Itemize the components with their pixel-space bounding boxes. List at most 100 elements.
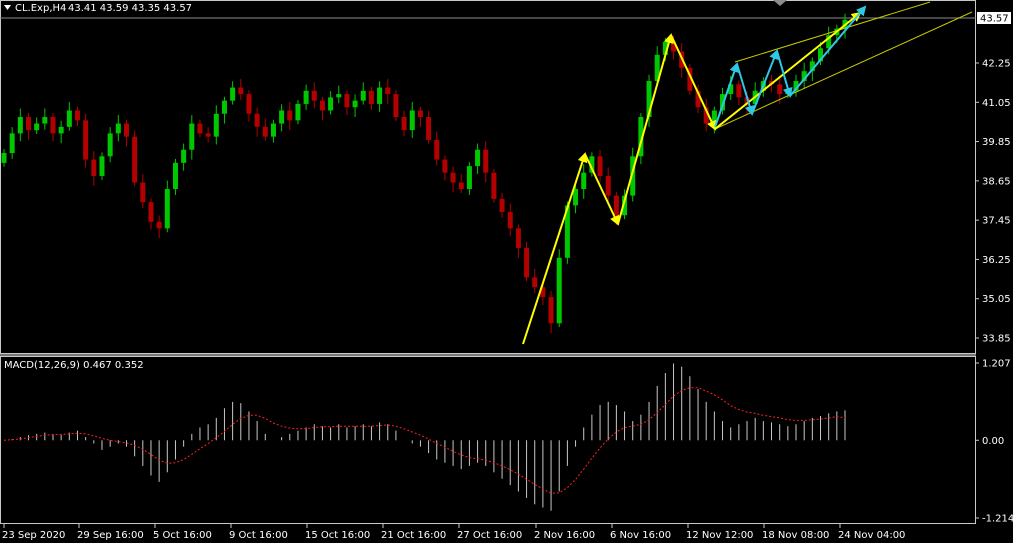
candle-body [368, 90, 374, 104]
wave-arrow-yellow [670, 34, 717, 131]
main-chart-frame [0, 0, 976, 354]
time-tick-label: 23 Sep 2020 [2, 530, 65, 541]
wave-arrow-yellow [522, 152, 588, 345]
macd-panel-frame [0, 356, 976, 524]
time-tick-label: 24 Nov 04:00 [838, 530, 905, 541]
candle-body [483, 149, 489, 173]
candle-body [360, 90, 366, 101]
price-tick-label: 36.25 [982, 255, 1011, 266]
candle-body [83, 120, 89, 160]
candle-body [295, 103, 301, 121]
candle-body [156, 221, 162, 229]
candle-body [426, 117, 432, 140]
time-tick-label: 27 Oct 16:00 [457, 530, 522, 541]
candle-body [475, 149, 481, 167]
candle-body [613, 195, 619, 216]
candle-body [58, 126, 64, 134]
candle-body [132, 136, 138, 183]
time-tick-label: 5 Oct 16:00 [153, 530, 212, 541]
candle-body [205, 133, 211, 137]
candle-body [409, 110, 415, 131]
candle-body [466, 166, 472, 190]
wave-arrow-yellow [617, 33, 674, 225]
candle-body [499, 198, 505, 212]
candle-body [581, 172, 587, 190]
candle-body [1, 153, 7, 163]
candle-body [238, 87, 244, 95]
candle-body [548, 297, 554, 324]
macd-axis: 1.207 0.00 -1.214 [975, 359, 1013, 525]
price-tick-label: 41.05 [982, 98, 1011, 109]
menu-triangle-icon[interactable] [4, 5, 11, 10]
macd-tick-label: 1.207 [982, 359, 1011, 370]
candle-body [434, 139, 440, 160]
candle-body [91, 159, 97, 176]
candle-body [115, 123, 121, 134]
candle-body [140, 182, 146, 203]
candle-body [17, 117, 23, 134]
candle-body [66, 110, 72, 127]
channel-upper-line [734, 1, 931, 63]
time-tick-label: 18 Nov 08:00 [762, 530, 829, 541]
time-tick-label: 21 Oct 16:00 [381, 530, 446, 541]
candle-body [336, 94, 342, 98]
price-tick-label: 35.05 [982, 294, 1011, 305]
candle-body [303, 90, 309, 104]
wave-arrow-cyan [714, 62, 740, 128]
candle-body [254, 113, 260, 127]
candle-body [458, 182, 464, 190]
candle-body [74, 110, 80, 121]
candle-body [270, 123, 276, 137]
price-tick-label: 37.45 [982, 216, 1011, 227]
candle-body [401, 117, 407, 131]
wave-arrow-yellow [714, 11, 862, 130]
ohlc-label: 43.41 43.59 43.35 43.57 [68, 3, 192, 14]
candle-body [107, 133, 113, 157]
scroll-marker-icon[interactable] [773, 0, 787, 6]
macd-tick-label: -1.214 [982, 514, 1013, 525]
candle-body [99, 156, 105, 176]
price-chart[interactable]: CL.Exp,H4 43.41 43.59 43.35 43.57 42.254… [0, 0, 1013, 543]
candle-body [393, 94, 399, 118]
macd-signal-line [3, 387, 846, 494]
candle-body [385, 87, 391, 95]
macd-histogram [3, 363, 846, 511]
price-tick-label: 39.85 [982, 137, 1011, 148]
candle-body [311, 90, 317, 101]
candles [1, 13, 848, 334]
candle-body [442, 159, 448, 173]
candle-body [221, 100, 227, 114]
time-tick-label: 2 Nov 16:00 [534, 530, 595, 541]
candle-body [515, 228, 521, 248]
current-price-text: 43.57 [980, 14, 1009, 25]
candle-body [736, 84, 742, 98]
wave-annotations [522, 1, 973, 345]
candle-body [328, 97, 334, 111]
candle-body [344, 94, 350, 108]
candle-body [524, 247, 530, 278]
price-tick-label: 33.85 [982, 334, 1011, 345]
symbol-label: CL.Exp,H4 [15, 3, 66, 14]
candle-body [377, 87, 383, 104]
candle-body [507, 211, 513, 229]
price-axis: 42.25 41.05 39.85 38.65 37.45 36.25 35.05 33.85 [975, 59, 1011, 345]
candle-body [319, 100, 325, 111]
time-tick-label: 12 Nov 12:00 [686, 530, 753, 541]
candle-body [181, 149, 187, 163]
time-tick-label: 9 Oct 16:00 [229, 530, 288, 541]
candle-body [34, 123, 40, 131]
candle-body [605, 175, 611, 196]
candle-body [230, 87, 236, 101]
price-tick-label: 38.65 [982, 176, 1011, 187]
candle-body [352, 100, 358, 108]
candle-body [164, 189, 170, 229]
candle-body [417, 110, 423, 118]
candle-body [197, 123, 203, 134]
candle-body [597, 156, 603, 176]
candle-body [777, 84, 783, 95]
macd-label: MACD(12,26,9) 0.467 0.352 [4, 360, 144, 371]
candle-body [42, 117, 48, 124]
candle-body [213, 113, 219, 137]
candle-body [246, 94, 252, 114]
price-tick-label: 42.25 [982, 59, 1011, 70]
